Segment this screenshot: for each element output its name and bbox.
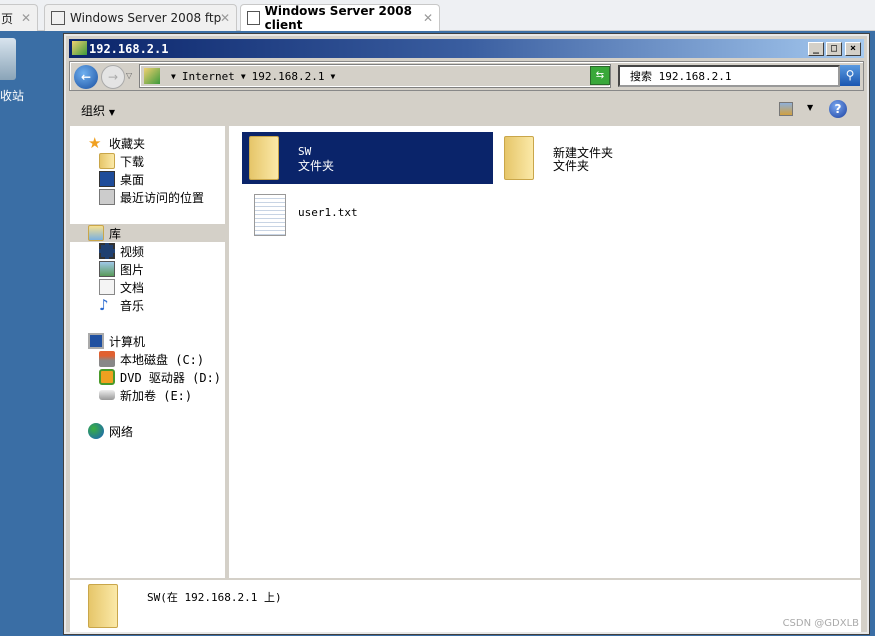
maximize-button[interactable]: □	[826, 42, 842, 56]
nav-label: 图片	[120, 262, 145, 277]
close-tab-icon[interactable]: ✕	[21, 11, 31, 25]
vm-icon	[247, 11, 260, 25]
folder-icon	[88, 584, 118, 628]
chevron-down-icon[interactable]: ▼	[241, 72, 246, 81]
organize-label: 组织	[81, 104, 106, 118]
nav-pictures[interactable]: 图片	[99, 260, 144, 278]
pictures-icon	[99, 261, 115, 277]
nav-label: 网络	[109, 424, 134, 439]
search-placeholder: 搜索 192.168.2.1	[630, 70, 732, 83]
forward-button[interactable]: →	[101, 65, 125, 89]
nav-label: 最近访问的位置	[120, 190, 205, 205]
file-item-new-folder[interactable]: 新建文件夹 文件夹	[497, 132, 748, 184]
file-type: 文件夹	[298, 159, 335, 173]
nav-network[interactable]: 网络	[88, 422, 133, 440]
tab-label: 页	[1, 11, 14, 26]
navigation-pane: ★ 收藏夹 下载 桌面 最近访问的位置 库 视频 图片 文档 ♪ 音乐 计算机 本地…	[70, 126, 243, 578]
close-tab-icon[interactable]: ✕	[423, 11, 433, 25]
close-tab-icon[interactable]: ✕	[220, 11, 230, 25]
nav-label: 库	[109, 226, 122, 241]
tab-client[interactable]: Windows Server 2008 client ✕	[240, 4, 440, 32]
explorer-window: 192.168.2.1 _ □ × ← → ▽ ▼ Internet ▼ 192…	[63, 33, 870, 635]
document-icon	[99, 279, 115, 295]
music-icon: ♪	[99, 296, 109, 314]
nav-label: 文档	[120, 280, 145, 295]
views-dropdown-icon[interactable]: ▼	[807, 103, 813, 112]
nav-drive-d[interactable]: DVD 驱动器 (D:) VM	[99, 368, 243, 386]
desktop-icon	[99, 171, 115, 187]
details-pane: SW(在 192.168.2.1 上) CSDN @GDXLB	[70, 580, 861, 632]
file-list: SW 文件夹 新建文件夹 文件夹 user1.txt	[229, 126, 860, 578]
title-bar[interactable]: 192.168.2.1 _ □ ×	[69, 39, 864, 58]
chevron-down-icon[interactable]: ▼	[171, 72, 176, 81]
computer-icon	[88, 333, 104, 349]
network-location-icon	[144, 68, 160, 84]
nav-label: 新加卷 (E:)	[120, 388, 193, 403]
minimize-button[interactable]: _	[808, 42, 824, 56]
nav-label: 本地磁盘 (C:)	[120, 352, 205, 367]
details-text: SW(在 192.168.2.1 上)	[147, 591, 282, 604]
window-title: 192.168.2.1	[89, 41, 169, 56]
search-icon[interactable]: ⚲	[840, 65, 860, 86]
recycle-bin-icon[interactable]	[0, 38, 16, 80]
breadcrumb-host[interactable]: 192.168.2.1	[252, 70, 325, 83]
local-disk-icon	[99, 351, 115, 367]
vm-icon	[51, 11, 65, 25]
breadcrumb[interactable]: ▼ Internet ▼ 192.168.2.1 ▼ ▼	[139, 64, 611, 88]
recent-pages-dropdown[interactable]: ▽	[126, 71, 132, 80]
nav-label: 视频	[120, 244, 145, 259]
refresh-icon[interactable]: ⇆	[590, 66, 610, 85]
browser-tab-bar: 页 ✕ Windows Server 2008 ftp ✕ Windows Serv…	[0, 0, 875, 32]
nav-drive-c[interactable]: 本地磁盘 (C:)	[99, 350, 204, 368]
views-icon[interactable]	[779, 102, 793, 116]
nav-favorites[interactable]: ★ 收藏夹	[88, 134, 145, 152]
library-icon	[88, 225, 104, 241]
file-type: 文件夹	[553, 159, 590, 173]
file-item-sw[interactable]: SW 文件夹	[242, 132, 493, 184]
help-icon[interactable]: ?	[829, 100, 847, 118]
network-folder-icon	[72, 41, 87, 55]
nav-label: 下载	[120, 154, 145, 169]
volume-icon	[99, 390, 115, 400]
toolbar: 组织 ▼ ▼ ?	[69, 94, 864, 126]
nav-desktop[interactable]: 桌面	[99, 170, 144, 188]
nav-computer[interactable]: 计算机	[88, 332, 145, 350]
nav-label: 计算机	[109, 334, 146, 349]
back-button[interactable]: ←	[74, 65, 98, 89]
close-button[interactable]: ×	[845, 42, 861, 56]
tab-home[interactable]: 页 ✕	[0, 4, 38, 31]
breadcrumb-internet[interactable]: Internet	[182, 70, 235, 83]
search-input[interactable]: 搜索 192.168.2.1	[618, 65, 840, 87]
chevron-down-icon[interactable]: ▼	[331, 72, 336, 81]
tab-ftp[interactable]: Windows Server 2008 ftp ✕	[44, 4, 237, 31]
nav-videos[interactable]: 视频	[99, 242, 144, 260]
folder-icon	[249, 136, 279, 180]
recent-places-icon	[99, 189, 115, 205]
nav-music[interactable]: ♪ 音乐	[99, 296, 144, 314]
video-icon	[99, 243, 115, 259]
nav-label: 桌面	[120, 172, 145, 187]
file-name: user1.txt	[298, 206, 358, 219]
folder-icon	[504, 136, 534, 180]
address-bar: ← → ▽ ▼ Internet ▼ 192.168.2.1 ▼ ▼ ⇆ 搜索 …	[69, 61, 864, 91]
nav-downloads[interactable]: 下载	[99, 152, 144, 170]
watermark: CSDN @GDXLB	[782, 618, 859, 629]
chevron-down-icon: ▼	[108, 108, 115, 117]
recycle-bin-label: 收站	[0, 89, 25, 103]
organize-button[interactable]: 组织 ▼	[81, 102, 115, 119]
dvd-drive-icon	[99, 369, 115, 385]
tab-label: Windows Server 2008 client	[264, 4, 412, 32]
text-file-icon	[254, 194, 286, 236]
tab-label: Windows Server 2008 ftp	[70, 11, 222, 25]
downloads-icon	[99, 153, 115, 169]
nav-label: 音乐	[120, 298, 145, 313]
file-item-user1-txt[interactable]: user1.txt	[242, 190, 493, 242]
nav-libraries[interactable]: 库	[70, 224, 225, 242]
nav-documents[interactable]: 文档	[99, 278, 144, 296]
nav-label: 收藏夹	[109, 136, 146, 151]
nav-drive-e[interactable]: 新加卷 (E:)	[99, 386, 192, 404]
nav-recent[interactable]: 最近访问的位置	[99, 188, 204, 206]
star-icon: ★	[88, 134, 102, 152]
network-icon	[88, 423, 104, 439]
